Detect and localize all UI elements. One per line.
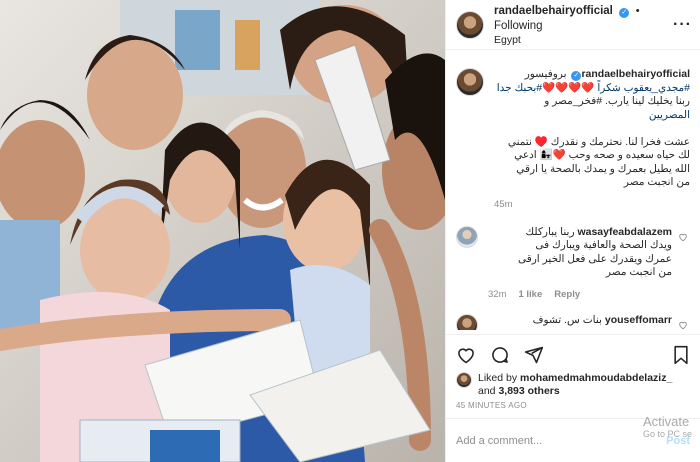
comment-icon[interactable] (490, 345, 510, 365)
comment-footer: 32m 1 like Reply (488, 289, 672, 300)
likes-text: Liked by mohamedmahmoudabdelaziz_ and 3,… (478, 372, 672, 398)
comment-time: 32m (488, 288, 507, 300)
following-button[interactable]: Following (494, 20, 543, 32)
caption-body: randaelbehairyofficial✓ بروفيسور #مجدي_ي… (494, 68, 690, 210)
likes-prefix: Liked by (478, 372, 518, 384)
comment-like-heart-icon[interactable] (678, 320, 690, 331)
liker-username[interactable]: mohamedmahmoudabdelaziz_ (520, 372, 672, 384)
header-separator: • (635, 4, 640, 17)
likes-joiner: and (478, 385, 496, 397)
likes-summary: Liked by mohamedmahmoudabdelaziz_ and 3,… (456, 372, 690, 398)
comment-line-3: عمرك ويقدرك على فعل الخير ارقى (517, 252, 672, 265)
caption-avatar[interactable] (456, 68, 484, 96)
author-meta: randaelbehairyofficial ✓ • Following Egy… (494, 3, 673, 47)
send-icon[interactable] (524, 345, 544, 365)
caption-line-7: الله يطيل بعمرك و يمدك بالصحة يا ارقي (516, 162, 690, 175)
comment-text: youseffomarr بنات س. تشوف (488, 314, 672, 328)
bookmark-icon[interactable] (672, 345, 690, 365)
caption-line-8: من انجبت مصر (623, 176, 690, 188)
comment-likes[interactable]: 1 like (518, 289, 542, 300)
post-location[interactable]: Egypt (494, 33, 673, 47)
post-image-graphic (0, 0, 445, 462)
author-avatar[interactable] (456, 10, 484, 39)
comment-item: youseffomarr بنات س. تشوف (456, 313, 690, 331)
comment-body: wasayfeabdalazem ربنا يباركلك ويدك الصحة… (488, 226, 672, 300)
caption-username[interactable]: randaelbehairyofficial (581, 68, 690, 80)
comment-item: wasayfeabdalazem ربنا يباركلك ويدك الصحة… (456, 225, 690, 300)
caption-line-1: بروفيسور (524, 68, 567, 80)
comment-text: wasayfeabdalazem ربنا يباركلك ويدك الصحة… (488, 226, 672, 280)
post-header: randaelbehairyofficial ✓ • Following Egy… (446, 0, 700, 50)
caption-line-5: عشت فخرا لنا. نحترمك و نقدرك ♥️ نتمني (507, 135, 690, 148)
post-photo[interactable] (0, 0, 445, 462)
commenter-username[interactable]: youseffomarr (605, 314, 672, 326)
heart-icon[interactable] (456, 345, 476, 365)
comment-body: youseffomarr بنات س. تشوف (488, 314, 672, 331)
caption-line-2b[interactable]: #بحبك جدا (497, 82, 542, 94)
caption-line-6: لك حياه سعيده و صحه وحب ❤️👩‍👧 ادعي (514, 149, 690, 161)
comments-list[interactable]: randaelbehairyofficial✓ بروفيسور #مجدي_ي… (446, 58, 700, 330)
commenter-avatar[interactable] (456, 313, 478, 330)
post-comment-button[interactable]: Post (666, 435, 690, 447)
comment-line-1: بنات س. تشوف (532, 313, 602, 326)
comment-like-heart-icon[interactable] (678, 232, 690, 300)
comment-input[interactable] (456, 434, 667, 447)
verified-badge-icon: ✓ (619, 7, 630, 18)
caption-verified-icon: ✓ (571, 71, 582, 81)
caption-item: randaelbehairyofficial✓ بروفيسور #مجدي_ي… (456, 68, 690, 210)
post-timestamp[interactable]: 45 MINUTES AGO (456, 401, 527, 410)
caption-time: 45m (494, 198, 513, 210)
commenter-avatar[interactable] (456, 225, 478, 248)
comment-line-1: ربنا يباركلك (525, 225, 575, 238)
add-comment-bar: Post (446, 418, 700, 462)
commenter-username[interactable]: wasayfeabdalazem (577, 226, 672, 238)
more-options-icon[interactable]: ··· (673, 16, 692, 34)
post-actions-bar (446, 334, 700, 374)
caption-line-3: ربنا يخليك لينا يارب. #فخر_مصر و (544, 95, 690, 107)
comment-reply-button[interactable]: Reply (554, 289, 580, 300)
comment-line-2: ويدك الصحة والعافية ويبارك فى (535, 239, 672, 251)
caption-text: randaelbehairyofficial✓ بروفيسور #مجدي_ي… (494, 68, 690, 190)
caption-line-2[interactable]: #مجدي_يعقوب شكراً ❤️❤️❤️❤️ (542, 82, 690, 94)
comment-line-4: من انجبت مصر (605, 266, 672, 278)
caption-line-4[interactable]: المصريين (649, 109, 690, 121)
author-username[interactable]: randaelbehairyofficial (494, 5, 613, 17)
post-side-panel: randaelbehairyofficial ✓ • Following Egy… (445, 0, 700, 462)
likes-others-link[interactable]: 3,893 others (498, 385, 559, 397)
liker-avatar[interactable] (456, 372, 472, 388)
